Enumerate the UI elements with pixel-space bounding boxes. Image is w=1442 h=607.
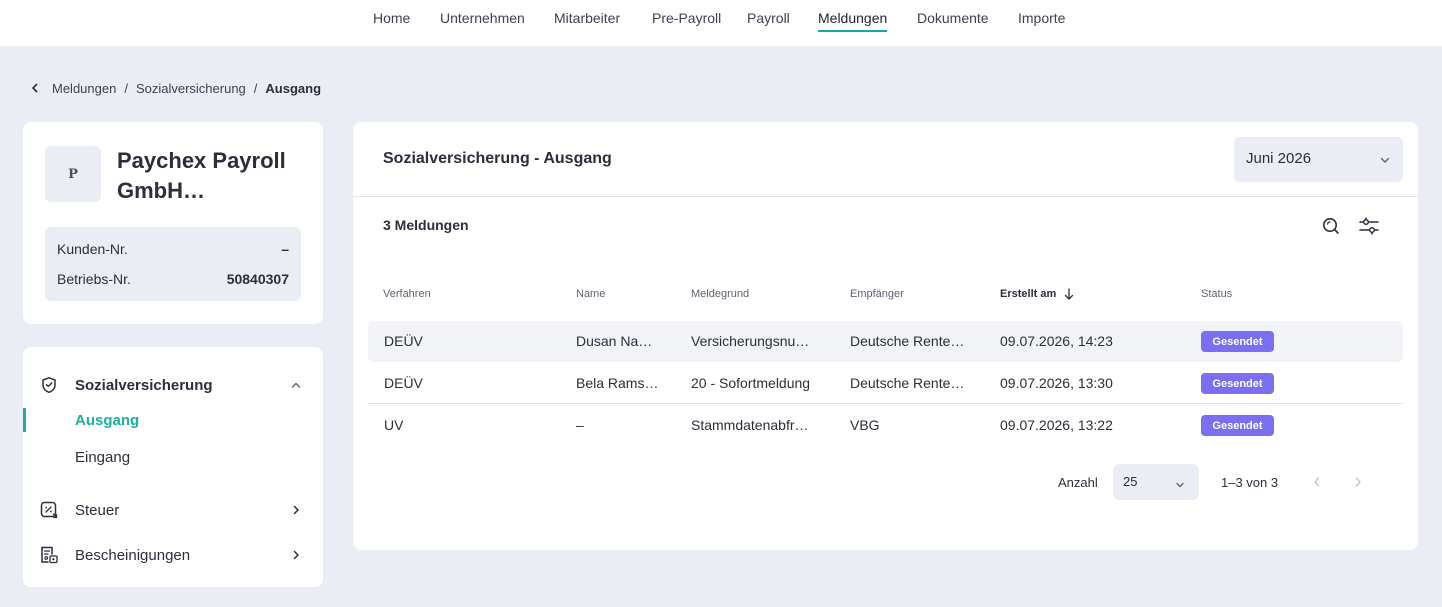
nav-importe[interactable]: Importe (1018, 10, 1065, 32)
cell-name: Dusan Na… (576, 333, 653, 349)
customer-number-value: – (281, 241, 289, 257)
column-header-name[interactable]: Name (576, 288, 605, 300)
nav-meldungen[interactable]: Meldungen (818, 10, 888, 32)
chevron-right-icon (289, 548, 303, 562)
chevron-down-icon (1379, 153, 1391, 165)
company-name-line2: GmbH… (117, 178, 205, 203)
arrow-down-icon (1064, 288, 1074, 300)
column-header-verfahren[interactable]: Verfahren (383, 288, 431, 300)
side-navigation: Sozialversicherung Ausgang Eingang Steue… (23, 347, 323, 587)
messages-panel: Sozialversicherung - Ausgang Juni 2026 3… (353, 122, 1418, 550)
cell-erstellt-am: 09.07.2026, 14:23 (1000, 333, 1113, 349)
shield-icon (39, 375, 59, 395)
nav-home[interactable]: Home (373, 10, 410, 32)
betriebs-number-row: Betriebs-Nr. 50840307 (57, 271, 289, 287)
page-size-value: 25 (1123, 474, 1138, 489)
customer-number-label: Kunden-Nr. (57, 241, 128, 257)
cell-verfahren: DEÜV (384, 333, 423, 349)
status-badge: Gesendet (1201, 373, 1274, 394)
page-title: Sozialversicherung - Ausgang (383, 150, 612, 167)
cell-erstellt-am: 09.07.2026, 13:30 (1000, 375, 1113, 391)
previous-page-icon[interactable] (1310, 475, 1324, 489)
top-navigation: Home Unternehmen Mitarbeiter Pre-Payroll… (0, 0, 1442, 46)
cell-meldegrund: 20 - Sofortmeldung (691, 375, 811, 391)
month-select[interactable]: Juni 2026 (1234, 137, 1403, 182)
column-header-empfaenger[interactable]: Empfänger (850, 288, 904, 300)
table-row[interactable]: DEÜV Bela Rams… 20 - Sofortmeldung Deuts… (368, 363, 1403, 404)
breadcrumb-meldungen[interactable]: Meldungen (52, 81, 116, 96)
nav-pre-payroll[interactable]: Pre-Payroll (652, 10, 721, 32)
column-header-erstellt-am[interactable]: Erstellt am (1000, 288, 1074, 300)
header-divider (353, 196, 1418, 197)
page-range: 1–3 von 3 (1221, 475, 1279, 490)
status-badge: Gesendet (1201, 331, 1274, 352)
customer-number-row: Kunden-Nr. – (57, 241, 289, 257)
breadcrumb: Meldungen / Sozialversicherung / Ausgang (30, 80, 321, 96)
nav-mitarbeiter[interactable]: Mitarbeiter (554, 10, 620, 32)
search-icon[interactable] (1320, 215, 1342, 237)
betriebs-number-value: 50840307 (226, 271, 289, 287)
cell-empfaenger: Deutsche Rente… (850, 375, 965, 391)
cell-verfahren: UV (384, 417, 404, 433)
cell-empfaenger: Deutsche Rente… (850, 333, 965, 349)
nav-dokumente[interactable]: Dokumente (917, 10, 989, 32)
page-size-label: Anzahl (1058, 475, 1098, 490)
betriebs-number-label: Betriebs-Nr. (57, 271, 131, 287)
sidenav-item-ausgang[interactable]: Ausgang (23, 408, 323, 432)
table-row[interactable]: UV – Stammdatenabfr… VBG 09.07.2026, 13:… (368, 405, 1403, 446)
status-badge: Gesendet (1201, 415, 1274, 436)
sidenav-group-sozialversicherung[interactable]: Sozialversicherung (23, 371, 323, 399)
breadcrumb-separator: / (253, 80, 258, 96)
company-name-line1: Paychex Payroll (117, 148, 286, 173)
column-header-status[interactable]: Status (1201, 288, 1232, 300)
tax-icon (39, 500, 59, 520)
cell-name: – (576, 417, 584, 433)
company-name: Paychex Payroll GmbH… (117, 146, 307, 206)
sidenav-item-label: Ausgang (75, 411, 140, 429)
filter-sliders-icon[interactable] (1358, 215, 1380, 237)
column-header-label: Erstellt am (1000, 288, 1057, 300)
month-select-value: Juni 2026 (1246, 150, 1312, 167)
certificate-icon (39, 545, 59, 565)
sidenav-group-label: Sozialversicherung (75, 376, 213, 394)
sidenav-group-bescheinigungen[interactable]: Bescheinigungen (23, 541, 323, 569)
sidenav-group-label: Bescheinigungen (75, 546, 191, 564)
result-count: 3 Meldungen (383, 217, 469, 233)
cell-meldegrund: Versicherungsnu… (691, 333, 810, 349)
breadcrumb-current: Ausgang (265, 80, 322, 96)
cell-name: Bela Rams… (576, 375, 659, 391)
company-card: P Paychex Payroll GmbH… Kunden-Nr. – Bet… (23, 122, 323, 324)
table-row[interactable]: DEÜV Dusan Na… Versicherungsnu… Deutsche… (368, 321, 1403, 362)
sidenav-group-steuer[interactable]: Steuer (23, 496, 323, 524)
breadcrumb-separator: / (124, 80, 128, 96)
cell-meldegrund: Stammdatenabfr… (691, 417, 809, 433)
company-avatar: P (45, 146, 101, 202)
next-page-icon[interactable] (1351, 475, 1365, 489)
cell-verfahren: DEÜV (384, 375, 423, 391)
chevron-down-icon (1175, 477, 1185, 488)
chevron-right-icon (289, 503, 303, 517)
chevron-up-icon (289, 378, 303, 392)
chevron-left-icon[interactable] (30, 83, 40, 93)
sidenav-item-eingang[interactable]: Eingang (23, 445, 323, 469)
page-size-select[interactable]: 25 (1113, 464, 1199, 500)
cell-empfaenger: VBG (850, 417, 880, 433)
nav-payroll[interactable]: Payroll (747, 10, 790, 32)
sidenav-item-label: Eingang (75, 448, 131, 466)
column-header-meldegrund[interactable]: Meldegrund (691, 288, 749, 300)
nav-unternehmen[interactable]: Unternehmen (440, 10, 525, 32)
sidenav-group-label: Steuer (75, 501, 120, 519)
breadcrumb-sozialversicherung[interactable]: Sozialversicherung (136, 81, 246, 96)
cell-erstellt-am: 09.07.2026, 13:22 (1000, 417, 1113, 433)
company-info-box: Kunden-Nr. – Betriebs-Nr. 50840307 (45, 227, 301, 301)
